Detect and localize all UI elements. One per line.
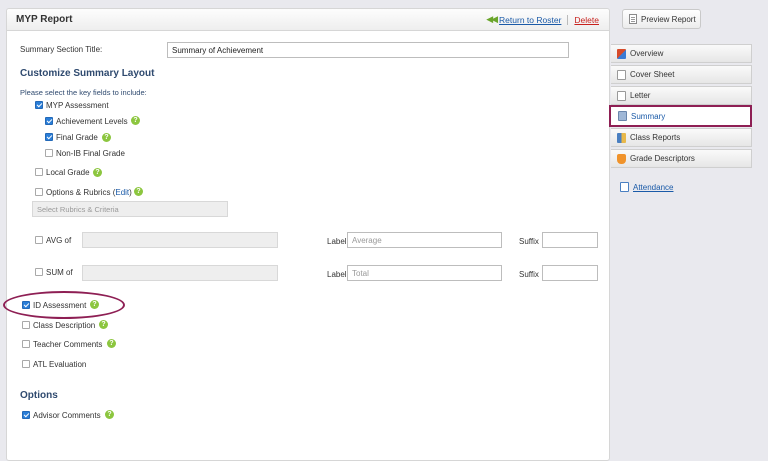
customize-layout-heading: Customize Summary Layout bbox=[20, 68, 155, 79]
attendance-label: Attendance bbox=[633, 182, 674, 192]
atl-evaluation-checkbox[interactable] bbox=[22, 360, 30, 368]
class-reports-icon bbox=[617, 132, 626, 143]
myp-assessment-checkbox[interactable] bbox=[35, 101, 43, 109]
sum-label-caption: Label bbox=[327, 270, 347, 279]
tab-class-reports[interactable]: Class Reports bbox=[611, 128, 752, 147]
advisor-comments-help-icon[interactable]: ? bbox=[105, 410, 114, 419]
advisor-comments-checkbox[interactable] bbox=[22, 411, 30, 419]
letter-icon bbox=[617, 90, 626, 101]
avg-of-label: AVG of bbox=[46, 236, 72, 245]
class-description-label: Class Description bbox=[33, 321, 96, 330]
advisor-comments-label: Advisor Comments bbox=[33, 411, 101, 420]
tab-overview-label: Overview bbox=[630, 49, 664, 58]
achievement-levels-help-icon[interactable]: ? bbox=[131, 116, 140, 125]
grade-descriptors-icon bbox=[617, 153, 626, 164]
avg-label-caption: Label bbox=[327, 237, 347, 246]
tab-overview[interactable]: Overview bbox=[611, 44, 752, 63]
tab-letter-label: Letter bbox=[630, 91, 651, 100]
preview-report-button[interactable]: Preview Report bbox=[622, 9, 701, 29]
teacher-comments-help-icon[interactable]: ? bbox=[107, 339, 116, 348]
preview-report-label: Preview Report bbox=[641, 14, 696, 24]
local-grade-help-icon[interactable]: ? bbox=[93, 168, 102, 177]
id-assessment-help-icon[interactable]: ? bbox=[90, 300, 99, 309]
final-grade-help-icon[interactable]: ? bbox=[102, 133, 111, 142]
document-icon bbox=[629, 14, 637, 24]
cover-sheet-icon bbox=[617, 69, 626, 80]
non-ib-final-grade-checkbox[interactable] bbox=[45, 149, 53, 157]
edit-rubrics-link[interactable]: Edit bbox=[115, 188, 129, 197]
sum-source-select[interactable] bbox=[82, 265, 278, 281]
delete-link[interactable]: Delete bbox=[574, 15, 599, 25]
rubrics-criteria-select[interactable]: Select Rubrics & Criteria bbox=[32, 201, 228, 217]
attendance-icon bbox=[620, 182, 629, 192]
tab-summary-label: Summary bbox=[631, 111, 666, 121]
sum-of-label: SUM of bbox=[46, 268, 73, 277]
avg-source-select[interactable] bbox=[82, 232, 278, 248]
sum-suffix-caption: Suffix bbox=[519, 270, 539, 279]
sum-label-input[interactable] bbox=[347, 265, 502, 281]
non-ib-final-grade-label: Non-IB Final Grade bbox=[56, 149, 125, 158]
final-grade-checkbox[interactable] bbox=[45, 133, 53, 141]
teacher-comments-checkbox[interactable] bbox=[22, 340, 30, 348]
summary-icon bbox=[618, 111, 627, 121]
avg-suffix-input[interactable] bbox=[542, 232, 598, 248]
local-grade-checkbox[interactable] bbox=[35, 168, 43, 176]
tab-cover-sheet[interactable]: Cover Sheet bbox=[611, 65, 752, 84]
attendance-link[interactable]: Attendance bbox=[620, 182, 673, 192]
achievement-levels-label: Achievement Levels bbox=[56, 117, 128, 126]
header-links: ◀◀ Return to Roster Delete bbox=[486, 14, 599, 25]
options-rubrics-label: Options & Rubrics (Edit) bbox=[46, 188, 132, 197]
tab-grade-descriptors[interactable]: Grade Descriptors bbox=[611, 149, 752, 168]
id-assessment-checkbox[interactable] bbox=[22, 301, 30, 309]
summary-title-label: Summary Section Title: bbox=[20, 45, 103, 54]
return-to-roster-link[interactable]: Return to Roster bbox=[499, 15, 561, 25]
back-arrows-icon: ◀◀ bbox=[486, 14, 498, 24]
avg-label-input[interactable] bbox=[347, 232, 502, 248]
avg-checkbox[interactable] bbox=[35, 236, 43, 244]
final-grade-label: Final Grade bbox=[56, 133, 98, 142]
class-description-help-icon[interactable]: ? bbox=[99, 320, 108, 329]
options-rubrics-checkbox[interactable] bbox=[35, 188, 43, 196]
id-assessment-label: ID Assessment bbox=[33, 301, 87, 310]
avg-suffix-caption: Suffix bbox=[519, 237, 539, 246]
local-grade-label: Local Grade bbox=[46, 168, 90, 177]
summary-title-input[interactable] bbox=[167, 42, 569, 58]
options-heading: Options bbox=[20, 390, 58, 401]
tab-summary[interactable]: Summary bbox=[609, 105, 752, 127]
teacher-comments-label: Teacher Comments bbox=[33, 340, 103, 349]
tab-letter[interactable]: Letter bbox=[611, 86, 752, 105]
overview-icon bbox=[617, 48, 626, 59]
tab-grade-descriptors-label: Grade Descriptors bbox=[630, 154, 695, 163]
class-description-checkbox[interactable] bbox=[22, 321, 30, 329]
atl-evaluation-label: ATL Evaluation bbox=[33, 360, 87, 369]
panel-header: MYP Report ◀◀ Return to Roster Delete bbox=[7, 9, 609, 31]
header-divider bbox=[567, 14, 569, 25]
achievement-levels-checkbox[interactable] bbox=[45, 117, 53, 125]
tab-cover-sheet-label: Cover Sheet bbox=[630, 70, 675, 79]
myp-assessment-label: MYP Assessment bbox=[46, 101, 109, 110]
page-title: MYP Report bbox=[16, 14, 73, 25]
sum-checkbox[interactable] bbox=[35, 268, 43, 276]
key-fields-instructions: Please select the key fields to include: bbox=[20, 88, 147, 97]
tab-class-reports-label: Class Reports bbox=[630, 133, 681, 142]
sum-suffix-input[interactable] bbox=[542, 265, 598, 281]
options-rubrics-help-icon[interactable]: ? bbox=[134, 187, 143, 196]
